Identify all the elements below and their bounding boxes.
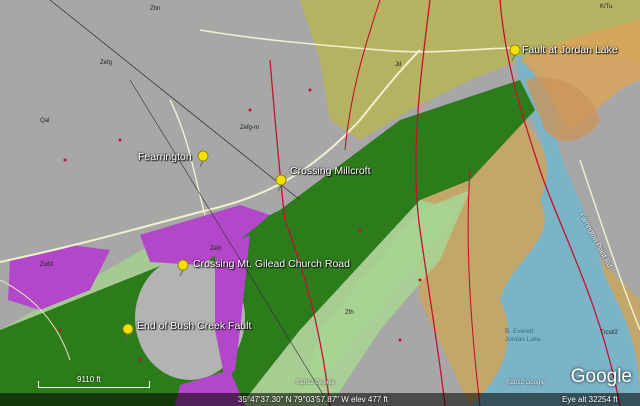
unit-label-kt: K/Tu bbox=[600, 4, 613, 10]
geologic-map-overlay bbox=[0, 0, 640, 406]
unit-label-zwfd: Zwfd bbox=[40, 262, 54, 268]
pushpin-icon[interactable] bbox=[176, 259, 190, 277]
pushpin-icon[interactable] bbox=[196, 150, 210, 168]
unit-label-zefg: Zefg bbox=[100, 60, 113, 66]
placemark-label[interactable]: Crossing Millcroft bbox=[290, 165, 371, 177]
unit-label-jd: Jd bbox=[395, 62, 402, 68]
pushpin-icon[interactable] bbox=[508, 44, 522, 62]
unit-label-qal: Qal bbox=[40, 118, 50, 124]
placemark-label[interactable]: Fault at Jordan Lake bbox=[522, 44, 618, 56]
lake-label-line-1: B. Everett bbox=[505, 328, 534, 335]
lake-label-line-2: Jordan Lake bbox=[505, 336, 541, 343]
lake-label: B. Everett Jordan Lake bbox=[505, 328, 541, 344]
coordinates-readout: 35°47'37.30" N 79°03'57.87" W elev 477 f… bbox=[238, 395, 388, 404]
placemark-label[interactable]: Fearrington bbox=[138, 151, 192, 163]
unit-label-zfh: Zfh bbox=[345, 310, 354, 316]
copyright-text: ©2012 Google bbox=[506, 380, 545, 386]
unit-label-zeih: Zeih bbox=[210, 246, 222, 252]
eye-altitude: Eye alt 32254 ft bbox=[562, 395, 618, 404]
pushpin-icon[interactable] bbox=[121, 323, 135, 341]
unit-label-trcs: Trcsl/2 bbox=[600, 330, 618, 336]
map-viewport[interactable]: Qal Zefg-m Zwfd Zeih Jd K/Tu Zfh Trcsl/2… bbox=[0, 0, 640, 406]
scale-label: 9110 ft bbox=[77, 375, 101, 384]
unit-label-zefg-m: Zefg-m bbox=[240, 125, 260, 131]
unit-label-zhn: Zhn bbox=[150, 6, 161, 12]
pushpin-icon[interactable] bbox=[274, 174, 288, 192]
placemark-label[interactable]: Crossing Mt. Gilead Church Road bbox=[193, 258, 350, 270]
placemark-label[interactable]: End of Bush Creek Fault bbox=[137, 320, 251, 332]
copyright-text-2: ©2012 Google bbox=[296, 380, 335, 386]
google-logo: Google bbox=[570, 366, 632, 387]
